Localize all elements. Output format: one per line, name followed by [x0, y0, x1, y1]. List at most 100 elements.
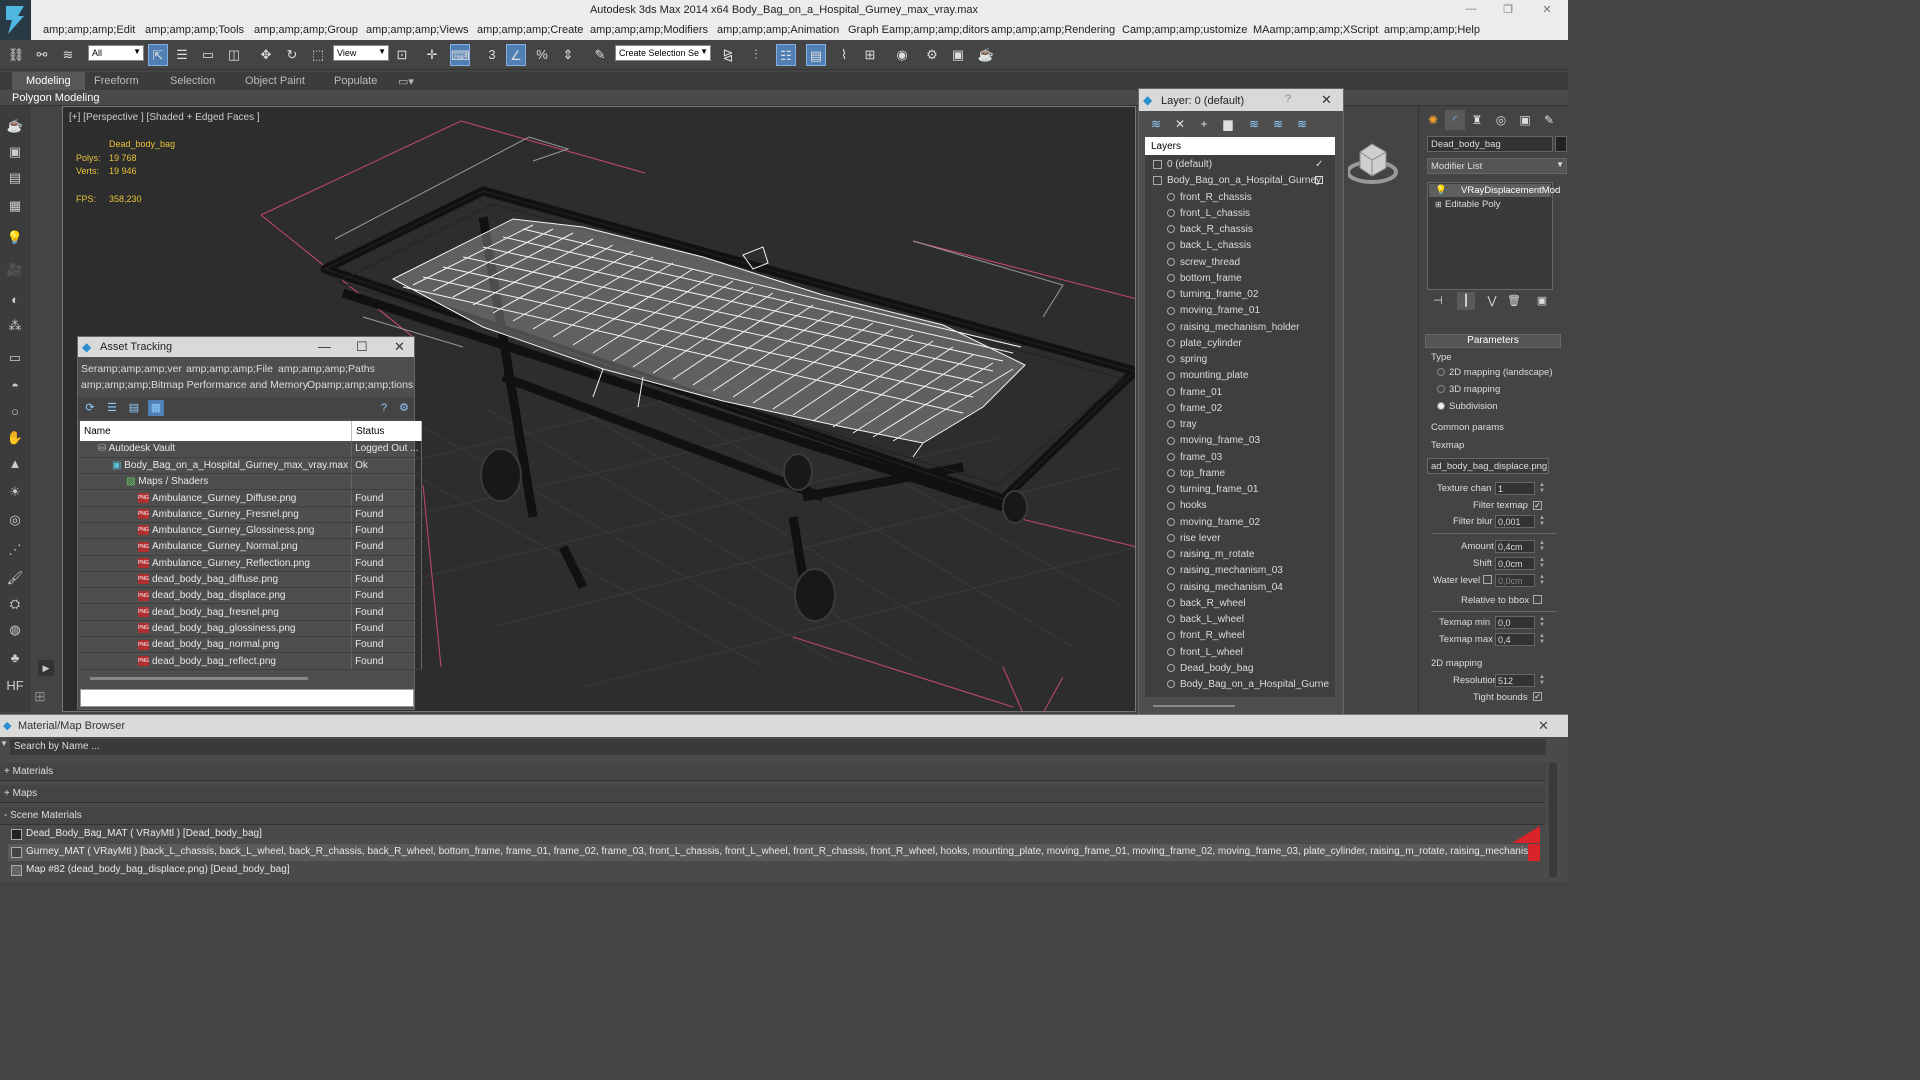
layer-row[interactable]: hooks: [1167, 500, 1325, 511]
parameters-rollout[interactable]: Parameters: [1425, 334, 1561, 348]
layer-row[interactable]: 0 (default) ✓: [1153, 159, 1325, 170]
asset-tracking-titlebar[interactable]: ◆ Asset Tracking — ☐ ✕: [78, 337, 414, 357]
table-row[interactable]: PNG dead_body_bag_reflect.png Found: [80, 652, 423, 670]
hierarchy-tab-icon[interactable]: ♜: [1467, 110, 1487, 130]
table-row[interactable]: ▣ Body_Bag_on_a_Hospital_Gurney_max_vray…: [80, 457, 423, 475]
set-current-layer-box[interactable]: [1315, 176, 1323, 185]
select-object-icon[interactable]: ⇱: [148, 44, 168, 66]
radio-2d-mapping[interactable]: [1437, 368, 1445, 376]
layer-row[interactable]: Body_Bag_on_a_Hospital_Gurne: [1167, 679, 1329, 690]
particle-icon[interactable]: ⁂: [5, 316, 25, 336]
maximize-icon[interactable]: ❐: [1501, 3, 1515, 16]
teapot-icon[interactable]: ☕: [5, 116, 25, 136]
browser-options-icon[interactable]: ▼: [0, 739, 8, 755]
minimize-icon[interactable]: —: [1464, 3, 1478, 15]
rectangle-selection-icon[interactable]: ▭: [198, 44, 218, 66]
bulb-icon[interactable]: 💡: [1435, 184, 1447, 197]
expand-plus-icon[interactable]: ⊞: [1435, 198, 1442, 211]
menu-create[interactable]: amp;amp;amp;Create: [477, 24, 583, 36]
list-view-icon[interactable]: ☰: [104, 400, 120, 416]
texmap-max-input[interactable]: 0,4: [1495, 633, 1535, 646]
filter-blur-spinner[interactable]: ▲ ▼: [1539, 515, 1545, 527]
table-row[interactable]: PNG dead_body_bag_normal.png Found: [80, 636, 423, 654]
camera-icon[interactable]: 🎥: [5, 260, 25, 280]
schematic-view-icon[interactable]: ⊞: [860, 44, 880, 66]
browser-scrollbar[interactable]: [1549, 763, 1557, 877]
asset-menu-bitmap[interactable]: amp;amp;amp;Bitmap Performance and Memor…: [81, 379, 308, 391]
texmap-min-spinner[interactable]: ▲ ▼: [1539, 616, 1545, 628]
layer-row[interactable]: front_R_wheel: [1167, 630, 1325, 641]
add-to-layer-icon[interactable]: +: [1195, 117, 1213, 133]
tight-bounds-checkbox[interactable]: ✓: [1533, 692, 1542, 701]
layer-row[interactable]: back_R_chassis: [1167, 224, 1325, 235]
remove-modifier-icon[interactable]: 🗑: [1505, 292, 1523, 310]
create-tab-icon[interactable]: ✺: [1423, 110, 1443, 130]
resolution-spinner[interactable]: ▲ ▼: [1539, 674, 1545, 686]
menu-graph-editors[interactable]: Graph Eamp;amp;amp;ditors: [848, 24, 989, 36]
modifier-stack-item[interactable]: ⊞ Editable Poly: [1429, 198, 1551, 211]
tab-object-paint[interactable]: Object Paint: [245, 75, 305, 87]
link-icon[interactable]: ⛓: [6, 44, 26, 66]
percent-snap-icon[interactable]: %: [532, 44, 552, 66]
modify-tab-icon[interactable]: ◜: [1445, 110, 1465, 130]
water-level-checkbox[interactable]: [1483, 575, 1492, 584]
table-row[interactable]: PNG dead_body_bag_glossiness.png Found: [80, 620, 423, 638]
filter-blur-input[interactable]: 0,001: [1495, 515, 1535, 528]
table-row[interactable]: PNG Ambulance_Gurney_Glossiness.png Found: [80, 522, 423, 540]
asset-menu-paths[interactable]: amp;amp;amp;Paths: [278, 363, 375, 375]
table-row[interactable]: PNG dead_body_bag_fresnel.png Found: [80, 603, 423, 621]
edit-named-selection-icon[interactable]: ✎: [590, 44, 610, 66]
close-icon[interactable]: ✕: [1540, 3, 1554, 16]
menu-group[interactable]: amp;amp;amp;Group: [254, 24, 358, 36]
menu-animation[interactable]: amp;amp;amp;Animation: [717, 24, 839, 36]
maps-group[interactable]: + Maps: [0, 785, 1545, 803]
layer-row[interactable]: raising_mechanism_03: [1167, 565, 1325, 576]
radio-subdivision[interactable]: [1437, 402, 1445, 410]
motion-tab-icon[interactable]: ◎: [1491, 110, 1511, 130]
rig-icon[interactable]: ⛭: [5, 594, 25, 614]
grid-icon[interactable]: ▦: [5, 196, 25, 216]
modifier-stack-item[interactable]: 💡 VRayDisplacementMod: [1429, 184, 1560, 197]
freeze-all-layers-icon[interactable]: ≋: [1293, 117, 1311, 133]
paint-icon[interactable]: 🖌: [5, 568, 25, 588]
type-2d-mapping-label[interactable]: 2D mapping (landscape): [1449, 367, 1553, 378]
scene-materials-group[interactable]: - Scene Materials: [0, 807, 1545, 825]
snaps-toggle-icon[interactable]: 3: [482, 44, 502, 66]
layer-row[interactable]: mounting_plate: [1167, 370, 1325, 381]
list-item[interactable]: Map #82 (dead_body_bag_displace.png) [De…: [8, 862, 1540, 879]
view-cube[interactable]: [1346, 134, 1398, 188]
layer-row[interactable]: moving_frame_03: [1167, 435, 1325, 446]
select-by-name-icon[interactable]: ☰: [172, 44, 192, 66]
settings-icon[interactable]: ⚙: [396, 400, 412, 416]
grass-icon[interactable]: ♣: [5, 648, 25, 668]
layer-row[interactable]: moving_frame_02: [1167, 517, 1325, 528]
layer-help-icon[interactable]: ?: [1285, 93, 1291, 105]
sun-icon[interactable]: ☀: [5, 482, 25, 502]
table-row[interactable]: PNG Ambulance_Gurney_Reflection.png Found: [80, 555, 423, 572]
new-layer-icon[interactable]: ≋: [1147, 117, 1165, 133]
asset-menu-file[interactable]: amp;amp;amp;File: [186, 363, 273, 375]
unlink-icon[interactable]: ⚯: [32, 44, 52, 66]
layer-row[interactable]: moving_frame_01: [1167, 305, 1325, 316]
list-item[interactable]: Dead_Body_Bag_MAT ( VRayMtl ) [Dead_body…: [8, 826, 1540, 843]
table-row[interactable]: PNG dead_body_bag_displace.png Found: [80, 587, 423, 605]
layer-row[interactable]: plate_cylinder: [1167, 338, 1325, 349]
asset-menu-options[interactable]: Opamp;amp;amp;tions: [307, 379, 413, 391]
radio-3d-mapping[interactable]: [1437, 385, 1445, 393]
browser-close-icon[interactable]: ✕: [1538, 718, 1549, 734]
polygon-modeling-label[interactable]: Polygon Modeling: [12, 92, 99, 104]
scale-icon[interactable]: ⬚: [308, 44, 328, 66]
menu-rendering[interactable]: amp;amp;amp;Rendering: [991, 24, 1115, 36]
window-crossing-icon[interactable]: ◫: [224, 44, 244, 66]
texmap-button[interactable]: ad_body_bag_displace.png): [1427, 458, 1549, 474]
layer-row[interactable]: raising_mechanism_04: [1167, 582, 1325, 593]
help-icon[interactable]: ?: [376, 400, 392, 416]
object-color-swatch[interactable]: [1555, 136, 1567, 152]
graphite-ribbon-icon[interactable]: ▤: [806, 44, 826, 66]
mirror-icon[interactable]: ⧎: [718, 44, 738, 66]
tab-modeling[interactable]: Modeling: [12, 72, 85, 90]
tab-freeform[interactable]: Freeform: [94, 75, 139, 87]
asset-scrollbar[interactable]: [90, 677, 308, 680]
layer-row[interactable]: frame_02: [1167, 403, 1325, 414]
amount-spinner[interactable]: ▲ ▼: [1539, 540, 1545, 552]
